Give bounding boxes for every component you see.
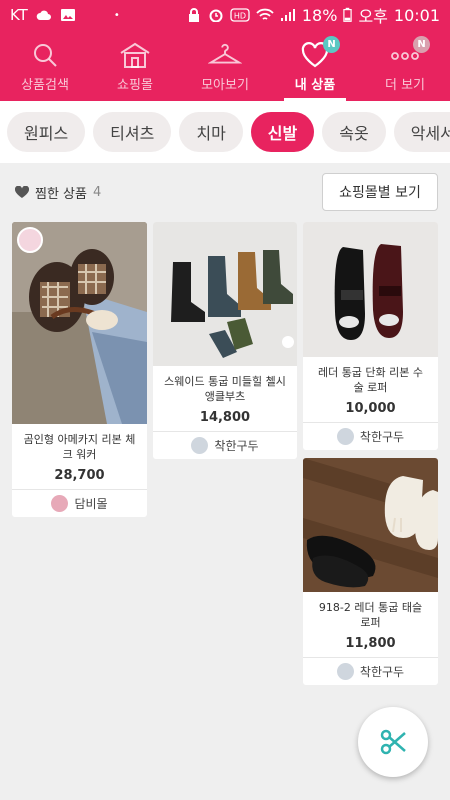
nav-label-store: 쇼핑몰 [117, 78, 153, 93]
time: 10:01 [393, 5, 440, 25]
shop-avatar [51, 495, 69, 512]
new-badge: N [413, 36, 430, 53]
shop-link[interactable]: 담비몰 [12, 489, 147, 517]
product-image [303, 222, 438, 357]
product-card[interactable]: 스웨이드 통굽 미들힐 첼시 앵클부츠 14,800 착한구두 [153, 222, 297, 459]
favorites-header: 찜한 상품 4 쇼핑몰별 보기 [0, 163, 450, 221]
signal-icon [280, 9, 295, 21]
product-name: 레더 통굽 단화 리본 수술 로퍼 [317, 366, 424, 394]
lock-icon [188, 8, 199, 22]
store-icon [120, 42, 150, 68]
product-name: 곰인형 아메카지 리본 체크 워커 [23, 433, 136, 461]
top-nav: 상품검색 쇼핑몰 모아보기 N 내 상품 N 더 보기 [0, 30, 450, 101]
product-name: 스웨이드 통굽 미들힐 첼시 앵클부츠 [164, 375, 286, 403]
shop-link[interactable]: 착한구두 [303, 422, 438, 450]
image-icon [60, 9, 75, 21]
shop-avatar [191, 437, 209, 454]
carrier-label: KT [10, 6, 28, 24]
view-by-store-button[interactable]: 쇼핑몰별 보기 [322, 173, 438, 211]
scissors-fab-button[interactable] [358, 707, 428, 777]
time-ampm: 오후 [358, 7, 388, 26]
heart-icon [15, 186, 29, 198]
status-bar: KT • HD 18% 오후 10:01 [0, 0, 450, 30]
product-price: 10,000 [345, 401, 396, 416]
nav-label-my-products: 내 상품 [294, 78, 336, 93]
favorites-title: 찜한 상품 [35, 187, 87, 202]
hd-icon: HD [230, 8, 250, 22]
category-bar: 원피스 티셔츠 치마 신발 속옷 악세서리 [0, 101, 450, 163]
category-chip-shoes[interactable]: 신발 [250, 112, 315, 152]
product-price: 14,800 [199, 410, 251, 425]
svg-text:HD: HD [234, 12, 246, 21]
battery-percent: 18% [301, 5, 338, 25]
category-chip-dress[interactable]: 원피스 [7, 112, 86, 152]
shop-name: 착한구두 [359, 430, 405, 444]
product-image [12, 222, 147, 424]
shop-name: 착한구두 [359, 665, 405, 679]
nav-item-my-products[interactable]: N 내 상품 [270, 30, 360, 101]
wifi-icon [256, 8, 274, 20]
nav-label-more: 더 보기 [384, 78, 425, 93]
product-card[interactable]: 곰인형 아메카지 리본 체크 워커 28,700 담비몰 [12, 222, 147, 517]
product-image [153, 222, 297, 366]
nav-item-store[interactable]: 쇼핑몰 [90, 30, 180, 101]
new-badge: N [323, 36, 340, 53]
product-image [303, 458, 438, 592]
shop-avatar [336, 663, 354, 680]
cloud-icon [36, 10, 51, 20]
battery-icon [343, 7, 353, 22]
nav-item-collection[interactable]: 모아보기 [180, 30, 270, 101]
nav-label-collection: 모아보기 [201, 78, 249, 93]
favorites-count: 4 [92, 185, 102, 200]
shop-avatar [336, 428, 354, 445]
shop-link[interactable]: 착한구두 [153, 431, 297, 459]
category-chip-tshirt[interactable]: 티셔츠 [93, 112, 172, 152]
shop-name: 착한구두 [214, 439, 259, 453]
alarm-icon [209, 9, 223, 22]
product-name: 918-2 레더 통굽 태슬 로퍼 [318, 601, 423, 629]
search-icon [34, 44, 57, 67]
shop-name: 담비몰 [74, 497, 108, 511]
product-price: 28,700 [54, 468, 105, 483]
category-chip-underwear[interactable]: 속옷 [322, 112, 386, 152]
nav-label-search: 상품검색 [21, 78, 69, 93]
product-price: 11,800 [345, 636, 396, 651]
scissors-icon [380, 729, 406, 755]
hanger-icon [208, 43, 242, 64]
category-chip-skirt[interactable]: 치마 [179, 112, 243, 152]
nav-item-search[interactable]: 상품검색 [0, 30, 90, 101]
nav-item-more[interactable]: N 더 보기 [360, 30, 450, 101]
product-card[interactable]: 레더 통굽 단화 리본 수술 로퍼 10,000 착한구두 [303, 222, 438, 450]
category-chip-accessories[interactable]: 악세서리 [393, 112, 450, 152]
favorites-label: 찜한 상품 4 [15, 183, 101, 202]
dot-icon: • [113, 9, 120, 21]
product-card[interactable]: 918-2 레더 통굽 태슬 로퍼 11,800 착한구두 [303, 458, 438, 685]
shop-link[interactable]: 착한구두 [303, 657, 438, 685]
